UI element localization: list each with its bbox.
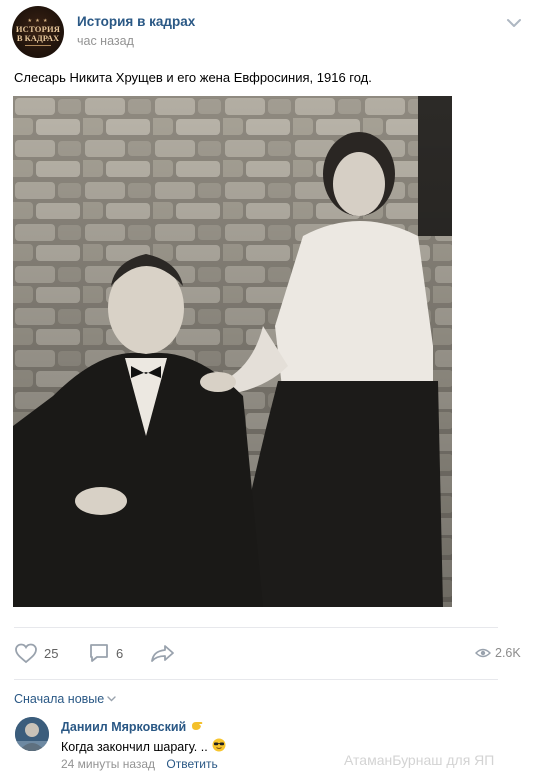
comment-author[interactable]: Даниил Мярковский <box>61 719 204 734</box>
watermark: АтаманБурнаш для ЯП <box>344 752 495 768</box>
share-icon <box>151 645 174 662</box>
sort-comments-dropdown[interactable]: Сначала новые <box>14 692 116 706</box>
actions-separator-top <box>14 627 498 628</box>
post-photo[interactable] <box>13 96 452 607</box>
comment-text-content: Когда закончил шарагу. .. <box>61 739 208 754</box>
clapping-hand-icon <box>190 719 204 734</box>
post-actions: 25 6 2.6K <box>0 638 551 668</box>
like-button[interactable]: 25 <box>14 638 58 668</box>
views-count: 2.6K <box>495 646 521 660</box>
photo-image <box>13 96 452 607</box>
chevron-down-icon[interactable] <box>505 16 523 30</box>
comment-icon <box>90 644 108 662</box>
likes-count: 25 <box>44 645 59 661</box>
avatar-image <box>15 717 49 751</box>
comment-meta: 24 минуты назад Ответить <box>61 757 218 771</box>
avatar-rule <box>25 44 51 46</box>
comment-author-name: Даниил Мярковский <box>61 719 187 734</box>
post-text: Слесарь Никита Хрущев и его жена Евфроси… <box>14 70 372 85</box>
heart-icon <box>15 643 37 664</box>
chevron-down-icon <box>107 696 116 702</box>
comment-button[interactable]: 6 <box>88 638 123 668</box>
reply-button[interactable]: Ответить <box>166 757 217 771</box>
share-button[interactable] <box>150 638 176 668</box>
post-header: ★ ★ ★ ИСТОРИЯ В КАДРАХ История в кадрах … <box>0 0 551 62</box>
post-time[interactable]: час назад <box>77 34 134 48</box>
comment-author-avatar[interactable] <box>15 717 49 751</box>
comment-text: Когда закончил шарагу. .. <box>61 738 226 755</box>
views: 2.6K <box>475 638 521 668</box>
comments-count: 6 <box>116 645 124 661</box>
channel-avatar[interactable]: ★ ★ ★ ИСТОРИЯ В КАДРАХ <box>12 6 64 58</box>
sort-label: Сначала новые <box>14 692 105 706</box>
comment-time[interactable]: 24 минуты назад <box>61 757 155 771</box>
avatar-line2: В КАДРАХ <box>16 32 60 43</box>
sunglasses-emoji-icon <box>212 738 226 755</box>
comments-separator <box>14 679 498 680</box>
eye-icon <box>475 648 491 658</box>
channel-name[interactable]: История в кадрах <box>77 14 195 29</box>
